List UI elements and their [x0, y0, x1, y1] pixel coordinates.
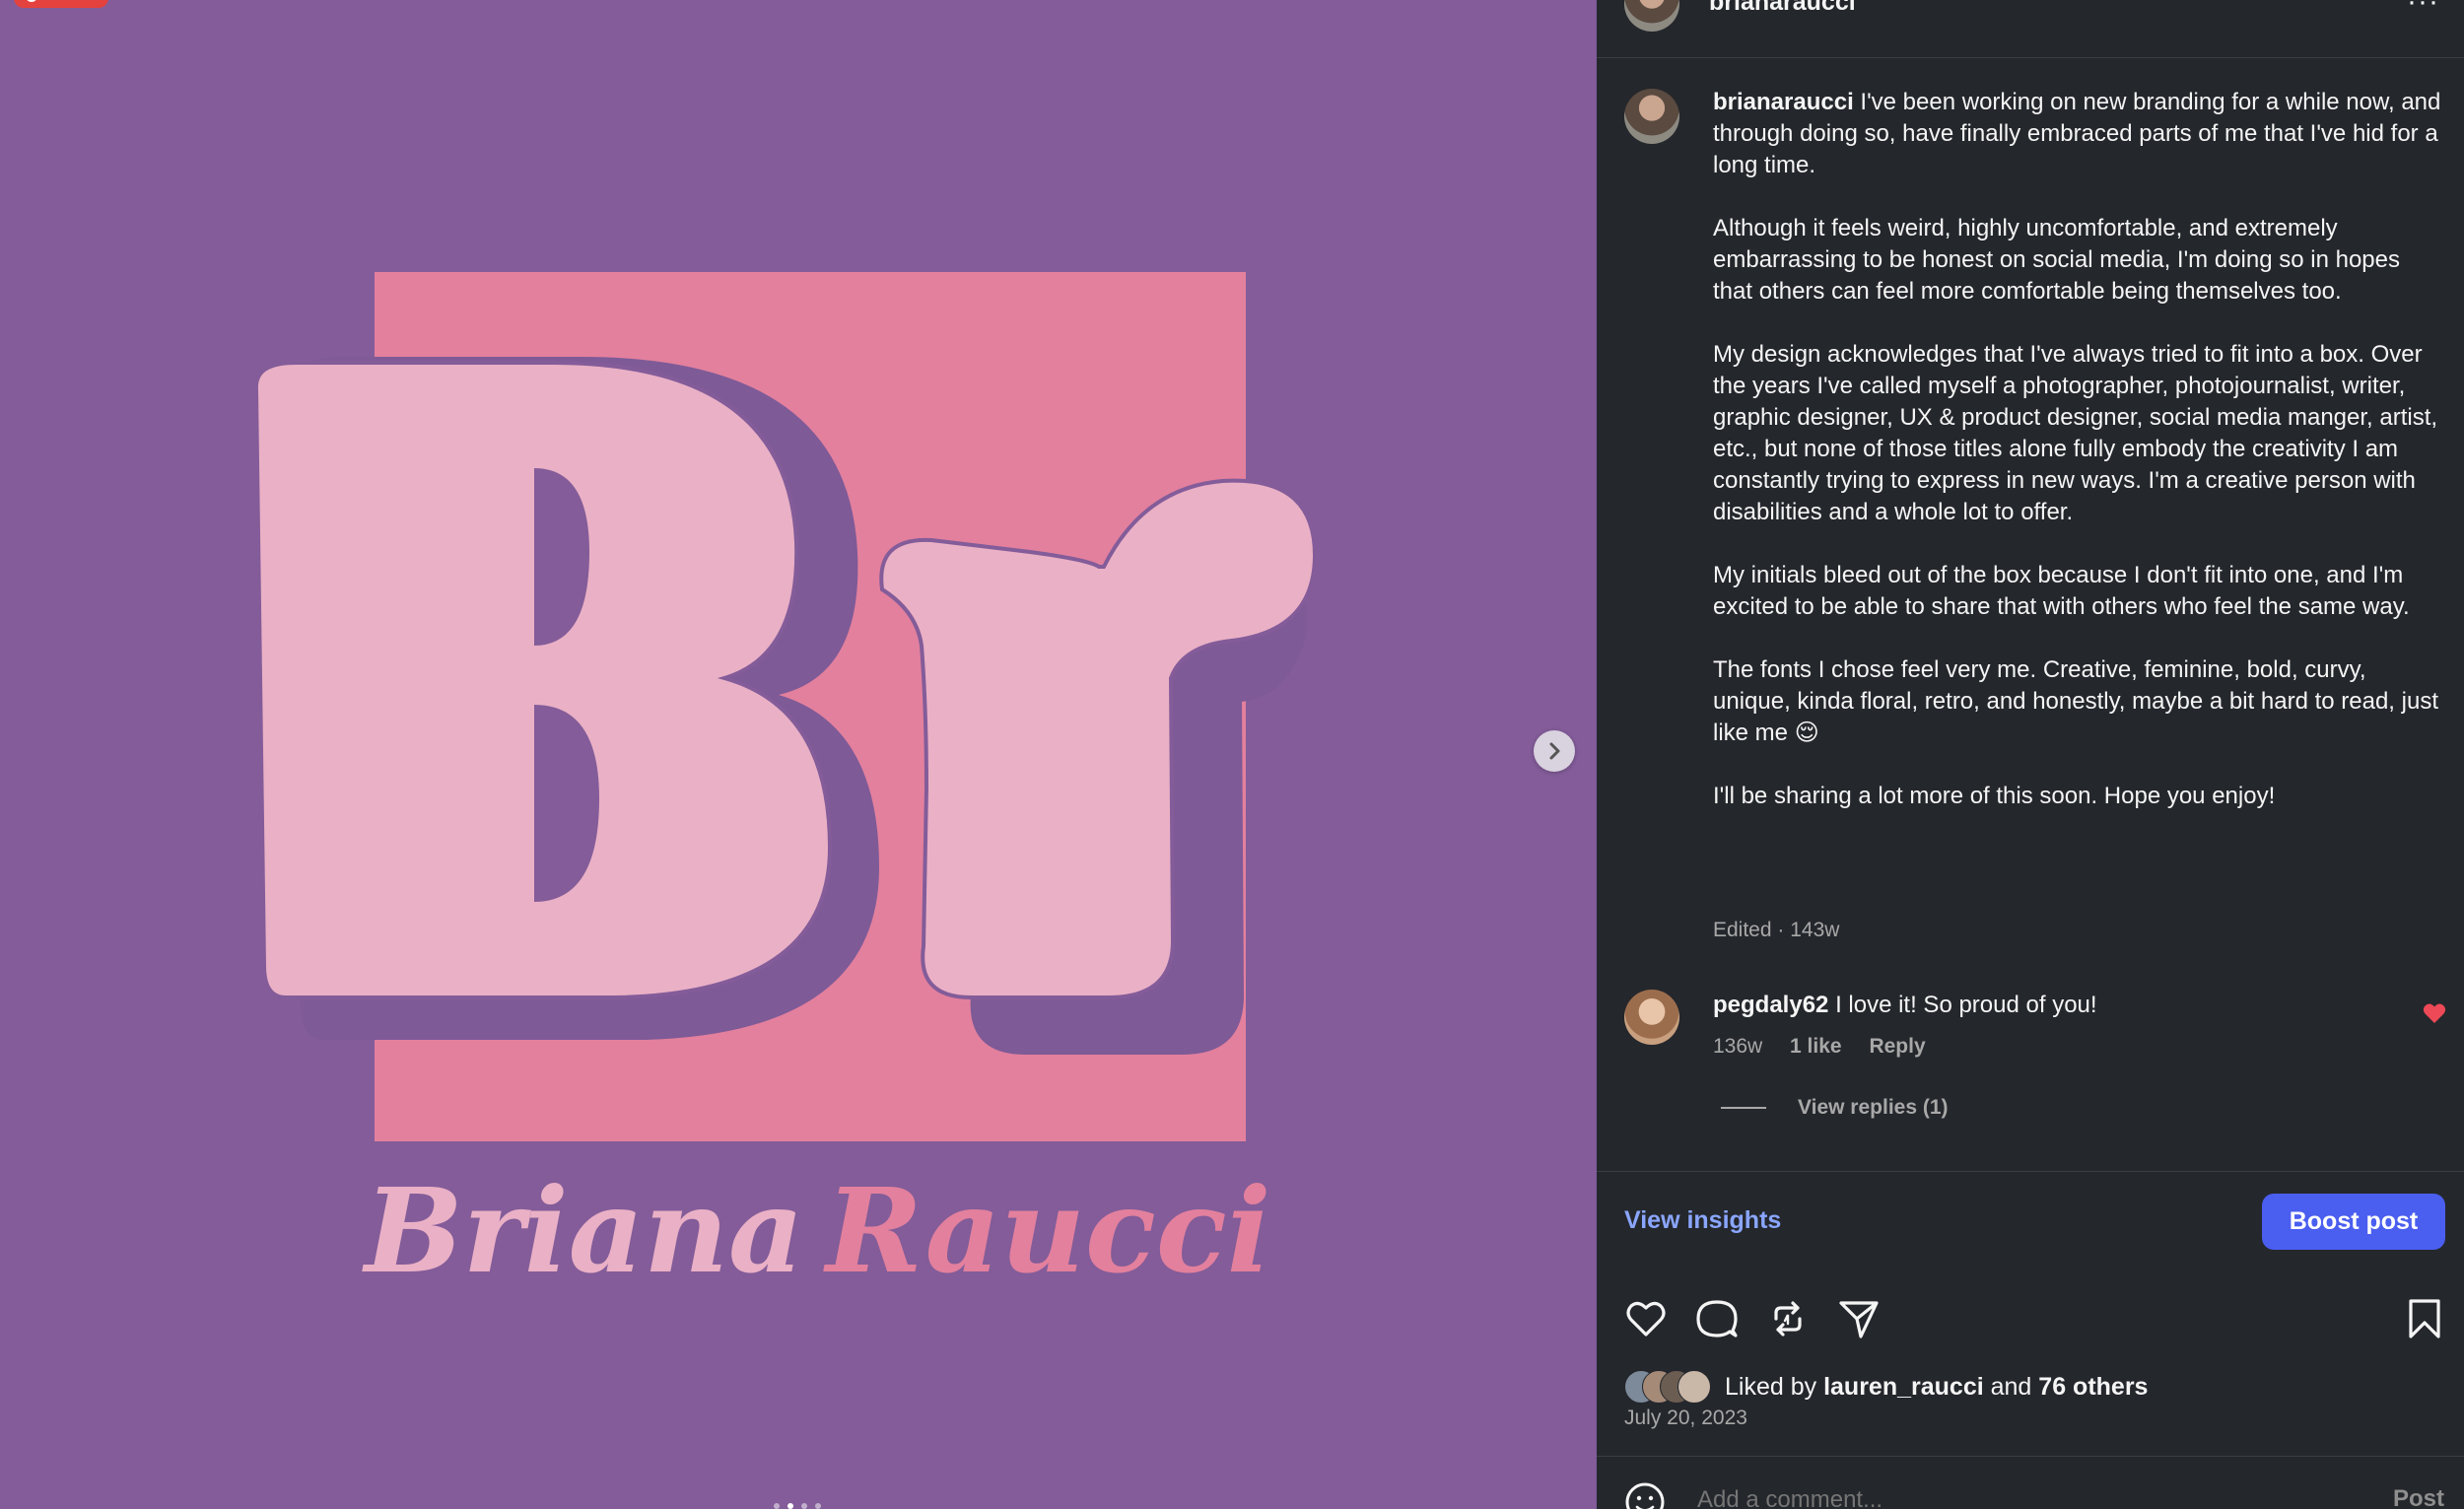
- post-caption: brianaraucci I've been working on new br…: [1713, 87, 2442, 812]
- liked-by-user[interactable]: lauren_raucci: [1823, 1373, 1984, 1402]
- caption-paragraph: Although it feels weird, highly uncomfor…: [1713, 215, 2400, 305]
- caption-paragraph: My design acknowledges that I've always …: [1713, 341, 2438, 525]
- chevron-right-icon: [1549, 742, 1560, 760]
- like-icon[interactable]: [1624, 1297, 1668, 1340]
- logo-first-name: Briana: [362, 1162, 803, 1299]
- add-comment-input[interactable]: [1695, 1485, 2291, 1509]
- header-divider: [1597, 57, 2464, 58]
- liked-by: Liked by lauren_raucci and 76 others: [1624, 1370, 2148, 1404]
- footer-divider: [1597, 1456, 2464, 1457]
- comments-divider: [1597, 1171, 2464, 1172]
- liked-by-others[interactable]: 76 others: [2038, 1373, 2148, 1402]
- caption-avatar[interactable]: [1624, 89, 1679, 144]
- author-username[interactable]: brianaraucci: [1709, 0, 1856, 17]
- boost-post-button[interactable]: Boost post: [2262, 1194, 2445, 1250]
- comment-icon[interactable]: [1695, 1297, 1739, 1340]
- caption-paragraph: I'll be sharing a lot more of this soon.…: [1713, 783, 2276, 809]
- view-insights-link[interactable]: View insights: [1624, 1206, 1781, 1235]
- author-avatar[interactable]: [1624, 0, 1679, 32]
- caption-paragraph: My initials bleed out of the box because…: [1713, 562, 2410, 620]
- brand-logo-image: Briana Raucci: [253, 272, 1318, 1299]
- post-media: Briana Raucci: [0, 0, 1597, 1509]
- repost-icon[interactable]: [1766, 1297, 1810, 1340]
- comment-time: 136w: [1713, 1035, 1763, 1058]
- caption-username[interactable]: brianaraucci: [1713, 89, 1854, 115]
- comment-reply-button[interactable]: Reply: [1869, 1035, 1925, 1058]
- commenter-avatar[interactable]: [1624, 990, 1679, 1045]
- comment: pegdaly62 I love it! So proud of you!: [1713, 990, 2403, 1021]
- logo-last-name: Raucci: [823, 1162, 1271, 1299]
- carousel-dots: [774, 1503, 821, 1509]
- liked-by-joiner: and: [1990, 1372, 2032, 1401]
- post-comment-button[interactable]: Post: [2393, 1485, 2444, 1509]
- comment-likes[interactable]: 1 like: [1790, 1035, 1842, 1058]
- share-icon[interactable]: [1837, 1297, 1881, 1340]
- liked-by-prefix: Liked by: [1725, 1372, 1817, 1401]
- next-media-button[interactable]: [1534, 730, 1575, 772]
- post-date: July 20, 2023: [1624, 1406, 1747, 1429]
- save-icon[interactable]: [2403, 1297, 2446, 1340]
- view-replies-button[interactable]: View replies (1): [1721, 1096, 1949, 1120]
- view-replies-label: View replies (1): [1798, 1096, 1949, 1119]
- post-sidebar: brianaraucci ··· brianaraucci I've been …: [1597, 0, 2464, 1509]
- instagram-post-view: Briana Raucci brianaraucci ··· brianarau…: [0, 0, 2464, 1509]
- comment-username[interactable]: pegdaly62: [1713, 992, 1828, 1018]
- heart-icon[interactable]: [2423, 1002, 2446, 1024]
- caption-paragraph: The fonts I chose feel very me. Creative…: [1713, 656, 2438, 746]
- more-icon[interactable]: ···: [2407, 0, 2439, 17]
- liked-by-avatars: [1624, 1370, 1715, 1404]
- comment-meta: 136w 1 like Reply: [1713, 1035, 1948, 1059]
- liker-avatar: [1677, 1370, 1711, 1404]
- emoji-icon[interactable]: [1624, 1481, 1666, 1509]
- post-header: brianaraucci ···: [1597, 0, 2464, 39]
- caption-meta: Edited · 143w: [1713, 919, 1840, 941]
- comment-body: I love it! So proud of you!: [1835, 992, 2097, 1018]
